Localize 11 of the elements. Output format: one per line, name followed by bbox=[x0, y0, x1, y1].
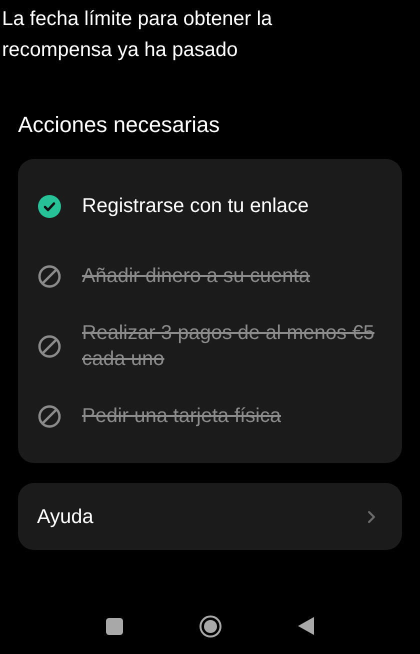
action-label: Pedir una tarjeta física bbox=[82, 404, 281, 429]
chevron-right-icon bbox=[367, 510, 376, 524]
recents-icon[interactable] bbox=[106, 618, 123, 634]
section-title: Acciones necesarias bbox=[18, 111, 221, 139]
back-icon[interactable] bbox=[298, 617, 314, 635]
notice-text: La fecha límite para obtener la recompensa ya ha pasado bbox=[1, 7, 274, 63]
home-icon[interactable] bbox=[199, 614, 222, 638]
action-label: Realizar 3 pagos de al menos €5 cada uno bbox=[82, 321, 376, 372]
action-label: Registrarse con tu enlace bbox=[82, 194, 309, 219]
action-label: Añadir dinero a su cuenta bbox=[82, 264, 310, 289]
help-button[interactable]: Ayuda bbox=[18, 483, 402, 550]
